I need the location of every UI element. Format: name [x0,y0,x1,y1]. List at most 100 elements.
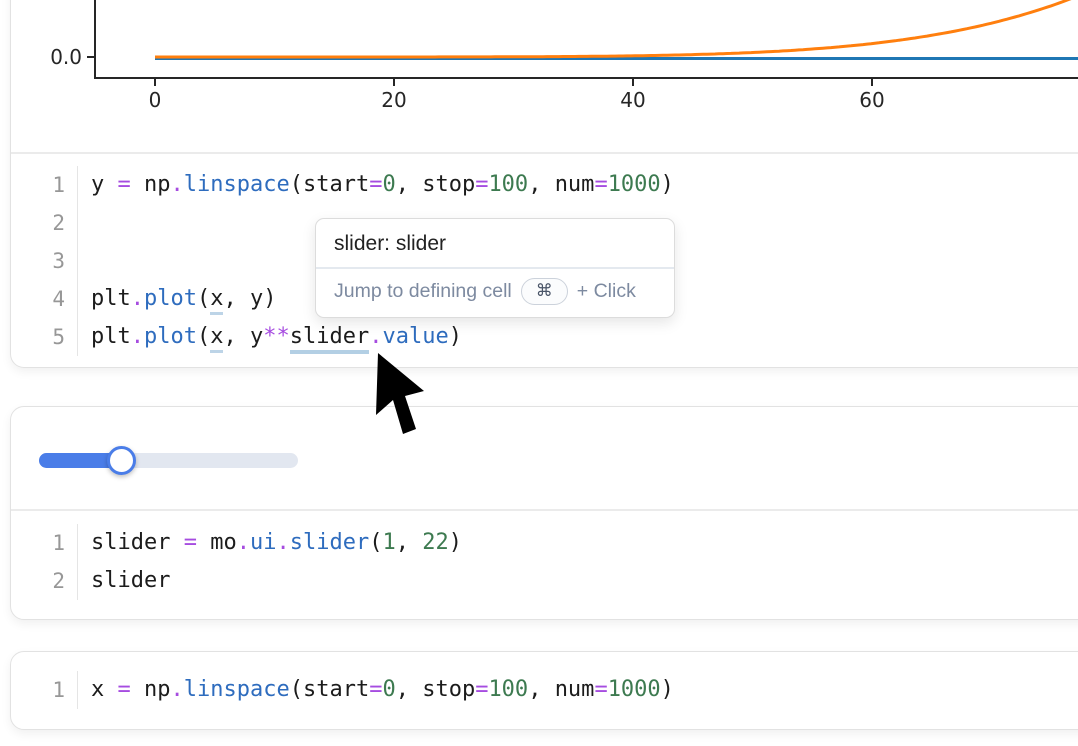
svg-text:0: 0 [148,88,161,112]
svg-text:20: 20 [381,88,406,112]
code-line: 1y = np.linspace(start=0, stop=100, num=… [11,166,1078,204]
tooltip-title: slider: slider [316,219,674,267]
hover-tooltip: slider: slider Jump to defining cell ⌘ +… [315,218,675,318]
code-token: . [237,530,250,555]
code-editor[interactable]: 1x = np.linspace(start=0, stop=100, num=… [11,652,1078,729]
tooltip-action-label: Jump to defining cell [334,280,512,303]
command-key-icon: ⌘ [521,278,568,305]
code-token: 0 [382,677,395,702]
code-token: start [303,172,369,197]
tooltip-footer: Jump to defining cell ⌘ + Click [316,269,674,317]
code-token: linspace [184,677,290,702]
code-token: . [131,286,144,311]
code-token: stop [422,172,475,197]
code-token: y [250,324,263,349]
code-token: = [369,677,382,702]
code-token: num [555,677,595,702]
code-token: ) [263,286,276,311]
code-token: plot [144,324,197,349]
code-token: np [131,172,171,197]
line-number: 1 [11,524,77,562]
code-editor[interactable]: 1 slider = mo.ui. slider (1, 22) 2 slider [11,511,1078,619]
mouse-cursor-icon [373,350,429,442]
code-text[interactable] [77,204,91,242]
line-number: 2 [11,562,77,600]
code-token: ui [250,530,277,555]
code-token: , [528,677,555,702]
code-token: plot [144,286,197,311]
code-token: = [594,677,607,702]
code-token: . [276,530,289,555]
code-token: slider [91,530,184,555]
slider-track[interactable] [39,453,298,468]
line-number: 1 [11,166,77,204]
code-token: slider [91,568,170,593]
code-token: = [184,530,197,555]
slider-thumb[interactable] [107,446,136,475]
code-token: linspace [184,172,290,197]
tooltip-click-label: + Click [577,280,636,303]
code-token: ( [290,172,303,197]
code-token: ) [449,530,462,555]
code-token: ( [197,286,210,311]
code-token: num [555,172,595,197]
code-token: ) [661,172,674,197]
code-token: , [223,324,250,349]
code-text[interactable]: y = np.linspace(start=0, stop=100, num=1… [77,166,674,204]
code-token: 1 [382,530,395,555]
code-token: 100 [488,172,528,197]
code-token: . [131,324,144,349]
code-token: 100 [488,677,528,702]
code-token: = [118,172,131,197]
code-line: 2 slider [11,562,1078,600]
code-token: x [91,677,118,702]
code-token: , [528,172,555,197]
line-number: 4 [11,280,77,318]
svg-text:60: 60 [859,88,884,112]
code-token: mo [197,530,237,555]
code-token: np [131,677,171,702]
svg-text:0.0: 0.0 [50,45,82,69]
code-token: 22 [422,530,449,555]
code-token: = [475,172,488,197]
code-text[interactable]: x = np.linspace(start=0, stop=100, num=1… [77,671,674,709]
svg-text:40: 40 [620,88,645,112]
code-token: = [118,677,131,702]
code-token: , [223,286,250,311]
code-token: . [171,172,184,197]
code-token: ( [369,530,382,555]
code-token: value [382,324,448,349]
code-text[interactable]: slider = mo.ui.slider(1, 22) [77,524,462,562]
reactive-variable[interactable]: slider [290,324,369,354]
reactive-variable[interactable]: x [210,324,223,353]
cell-slider: 1 slider = mo.ui. slider (1, 22) 2 slider [10,406,1078,620]
code-token: plt [91,324,131,349]
code-token: 0 [382,172,395,197]
code-token: . [369,324,382,349]
code-token: start [303,677,369,702]
code-token: = [369,172,382,197]
line-number: 1 [11,671,77,709]
code-text[interactable]: slider [77,562,170,600]
code-text[interactable] [77,242,91,280]
code-line: 1slider = mo.ui.slider(1, 22) [11,524,1078,562]
code-token: . [171,677,184,702]
code-token: 1000 [608,677,661,702]
reactive-variable[interactable]: x [210,286,223,315]
code-token: = [475,677,488,702]
line-number: 3 [11,242,77,280]
code-token: , [396,530,423,555]
code-text[interactable]: plt.plot(x, y) [77,280,276,318]
line-number: 2 [11,204,77,242]
code-token: y [250,286,263,311]
code-token: ** [263,324,290,349]
marimo-notebook: { "chart_data": { "type": "line", "title… [0,0,1078,746]
code-line: 5plt.plot(x, y**slider.value) [11,318,1078,356]
code-token: ( [290,677,303,702]
code-token: = [594,172,607,197]
code-token: , [396,677,423,702]
code-line: 1x = np.linspace(start=0, stop=100, num=… [11,671,1078,709]
code-token: ) [449,324,462,349]
plot-output: 0 20 40 60 0.0 [0,0,1078,152]
code-token: plt [91,286,131,311]
